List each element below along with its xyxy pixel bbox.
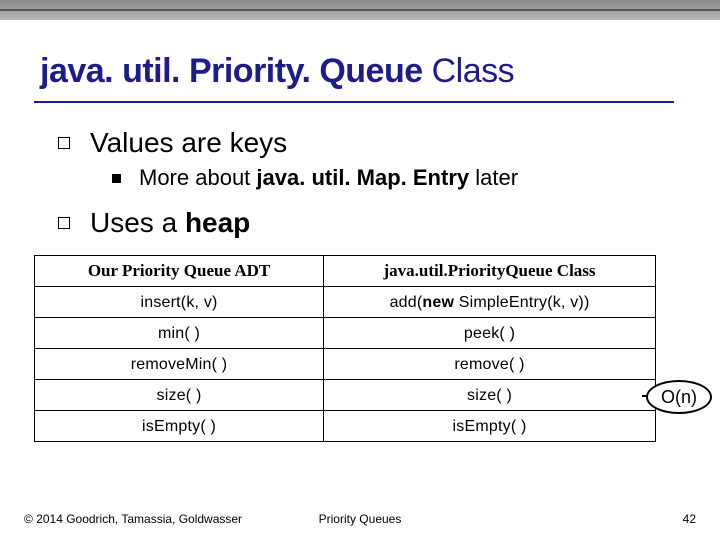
cell: isEmpty( ) (142, 418, 216, 435)
sub-suffix: later (469, 165, 518, 190)
cell: peek( ) (464, 325, 515, 342)
cell: min( ) (158, 325, 200, 342)
footer: © 2014 Goodrich, Tamassia, Goldwasser Pr… (24, 512, 696, 526)
table-row: insert(k, v) add(new SimpleEntry(k, v)) (35, 287, 656, 318)
square-bullet-icon (58, 137, 70, 149)
bullet-1: Values are keys (58, 127, 720, 159)
cell: size( ) (467, 387, 512, 404)
cell: add(new SimpleEntry(k, v)) (390, 294, 590, 311)
bullet-2: Uses a heap (58, 207, 720, 239)
table-row: size( ) size( ) (35, 380, 656, 411)
solid-bullet-icon (112, 174, 121, 183)
bullet-2-text: Uses a heap (90, 207, 250, 239)
title-light: Class (423, 52, 514, 90)
bullet-1-sub: More about java. util. Map. Entry later (112, 165, 720, 191)
b2-bold: heap (185, 207, 250, 238)
cell: isEmpty( ) (453, 418, 527, 435)
footer-copyright: © 2014 Goodrich, Tamassia, Goldwasser (24, 512, 242, 526)
table-header-right: java.util.PriorityQueue Class (324, 256, 656, 287)
table-row: min( ) peek( ) (35, 318, 656, 349)
footer-page-number: 42 (683, 512, 696, 526)
callout-text: O(n) (661, 387, 697, 408)
bullet-1-text: Values are keys (90, 127, 287, 159)
b2-prefix: Uses a (90, 207, 185, 238)
table-row: removeMin( ) remove( ) (35, 349, 656, 380)
cell: removeMin( ) (131, 356, 228, 373)
sub-text: More about java. util. Map. Entry later (139, 165, 518, 191)
slide-title: java. util. Priority. Queue Class (40, 52, 720, 91)
table-row: isEmpty( ) isEmpty( ) (35, 411, 656, 442)
title-underline (34, 101, 674, 103)
table-header-left: Our Priority Queue ADT (35, 256, 324, 287)
comparison-table: Our Priority Queue ADT java.util.Priorit… (34, 255, 656, 442)
content-area: Values are keys More about java. util. M… (58, 127, 720, 239)
square-bullet-icon (58, 217, 70, 229)
complexity-callout: O(n) (646, 380, 712, 414)
top-bar (0, 0, 720, 20)
title-bold: java. util. Priority. Queue (40, 52, 423, 90)
cell: insert(k, v) (140, 294, 217, 311)
cell: size( ) (157, 387, 202, 404)
sub-prefix: More about (139, 165, 256, 190)
sub-bold: java. util. Map. Entry (256, 165, 469, 190)
cell: remove( ) (454, 356, 524, 373)
